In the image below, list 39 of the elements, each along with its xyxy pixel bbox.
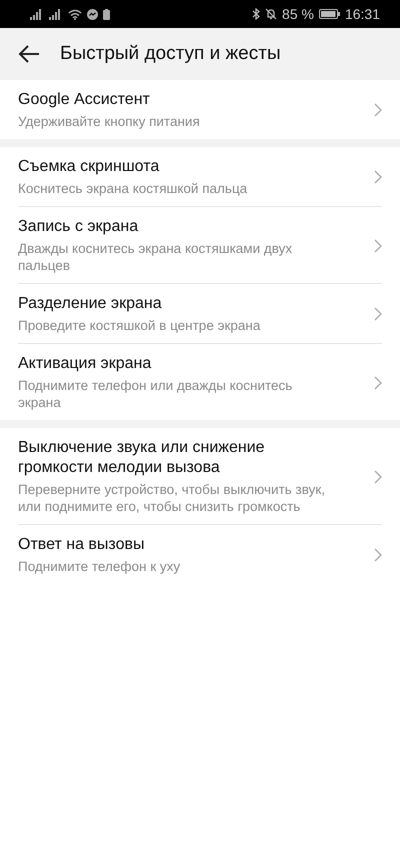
- item-description: Поднимите телефон или дважды коснитесь экрана: [18, 377, 294, 411]
- item-title: Активация экрана: [18, 354, 152, 374]
- item-title: Google Ассистент: [18, 90, 151, 110]
- screen-title: Быстрый доступ и жесты: [60, 43, 281, 65]
- settings-item[interactable]: Разделение экрана Проведите костяшкой в центре экрана: [18, 283, 382, 343]
- muted-bell-icon: [265, 8, 278, 20]
- item-title: Выключение звука или снижение громкости мелодии вызова: [18, 438, 266, 478]
- back-button[interactable]: [18, 45, 40, 63]
- battery-icon: [318, 9, 340, 19]
- chevron-icon: [374, 548, 382, 562]
- battery-icon: [103, 8, 110, 20]
- settings-item[interactable]: Запись с экрана Дважды коснитесь экрана костяшками двух пальцев: [18, 206, 382, 283]
- item-description: Коснитесь экрана костяшкой пальца: [18, 180, 248, 197]
- signal-icon: [49, 8, 63, 20]
- chevron-icon: [374, 103, 382, 117]
- signal-icon: [30, 8, 44, 20]
- settings-item[interactable]: Google Ассистент Удерживайте кнопку питания: [18, 80, 382, 139]
- chevron-icon: [374, 307, 382, 321]
- bluetooth-icon: [252, 8, 260, 20]
- item-description: Дважды коснитесь экрана костяшками двух пальцев: [18, 240, 294, 274]
- settings-item[interactable]: Ответ на вызовы Поднимите телефон к уху: [18, 524, 382, 584]
- item-description: Проведите костяшкой в центре экрана: [18, 317, 262, 334]
- item-description: Удерживайте кнопку питания: [18, 113, 201, 130]
- battery-percent: 85 %: [282, 6, 314, 22]
- item-description: Переверните устройство, чтобы выключить звук, или поднимите его, чтобы снизить громкость: [18, 481, 326, 515]
- chevron-icon: [374, 170, 382, 184]
- settings-item[interactable]: Выключение звука или снижение громкости мелодии вызова Переверните устройство, чтобы выключить звук, или поднимите его, чтобы снизить громкость: [18, 428, 382, 524]
- settings-item[interactable]: Съемка скриншота Коснитесь экрана костяшкой пальца: [18, 147, 382, 206]
- chevron-icon: [374, 470, 382, 484]
- item-description: Поднимите телефон к уху: [18, 558, 182, 575]
- item-title: Запись с экрана: [18, 217, 140, 237]
- item-title: Ответ на вызовы: [18, 535, 146, 555]
- item-title: Съемка скриншота: [18, 157, 160, 177]
- chevron-icon: [374, 238, 382, 252]
- chat-icon: [87, 8, 98, 20]
- clock: 16:31: [344, 6, 380, 22]
- chevron-icon: [374, 376, 382, 390]
- wifi-icon: [68, 8, 82, 20]
- item-title: Разделение экрана: [18, 294, 163, 314]
